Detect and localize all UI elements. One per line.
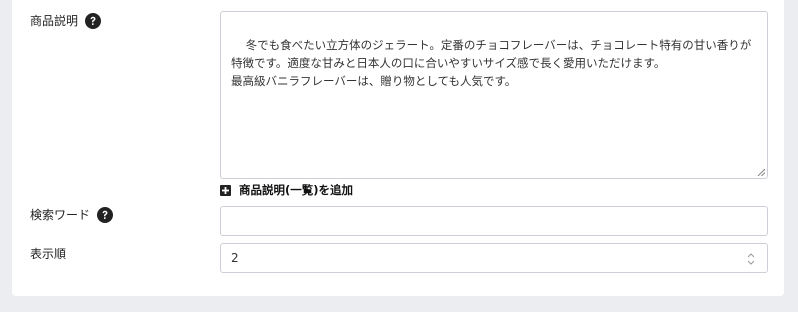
add-description-list-label: 商品説明(一覧)を追加: [239, 183, 354, 197]
add-description-list-link[interactable]: 商品説明(一覧)を追加: [220, 182, 353, 198]
display-order-label: 表示順: [30, 247, 67, 261]
search-word-input[interactable]: [220, 206, 768, 236]
description-textarea[interactable]: 冬でも食べたい立方体のジェラート。定番のチョコフレーバーは、チョコレート特有の甘…: [220, 11, 768, 179]
display-order-input[interactable]: 2: [220, 243, 768, 273]
number-spinner-icon[interactable]: [747, 252, 755, 266]
description-text: 冬でも食べたい立方体のジェラート。定番のチョコフレーバーは、チョコレート特有の甘…: [231, 38, 752, 88]
resize-grip-icon[interactable]: [757, 168, 765, 176]
display-order-label-row: 表示順: [30, 245, 66, 262]
search-word-label-row: 検索ワード: [30, 206, 114, 223]
search-word-label: 検索ワード: [30, 208, 91, 222]
product-form-panel: 商品説明 冬でも食べたい立方体のジェラート。定番のチョコフレーバーは、チョコレー…: [12, 0, 784, 296]
description-help-icon[interactable]: [85, 12, 102, 29]
description-label-row: 商品説明: [30, 12, 102, 29]
display-order-value: 2: [231, 251, 239, 265]
search-word-help-icon[interactable]: [97, 206, 114, 223]
plus-square-icon: [220, 184, 231, 196]
description-label: 商品説明: [30, 14, 79, 28]
